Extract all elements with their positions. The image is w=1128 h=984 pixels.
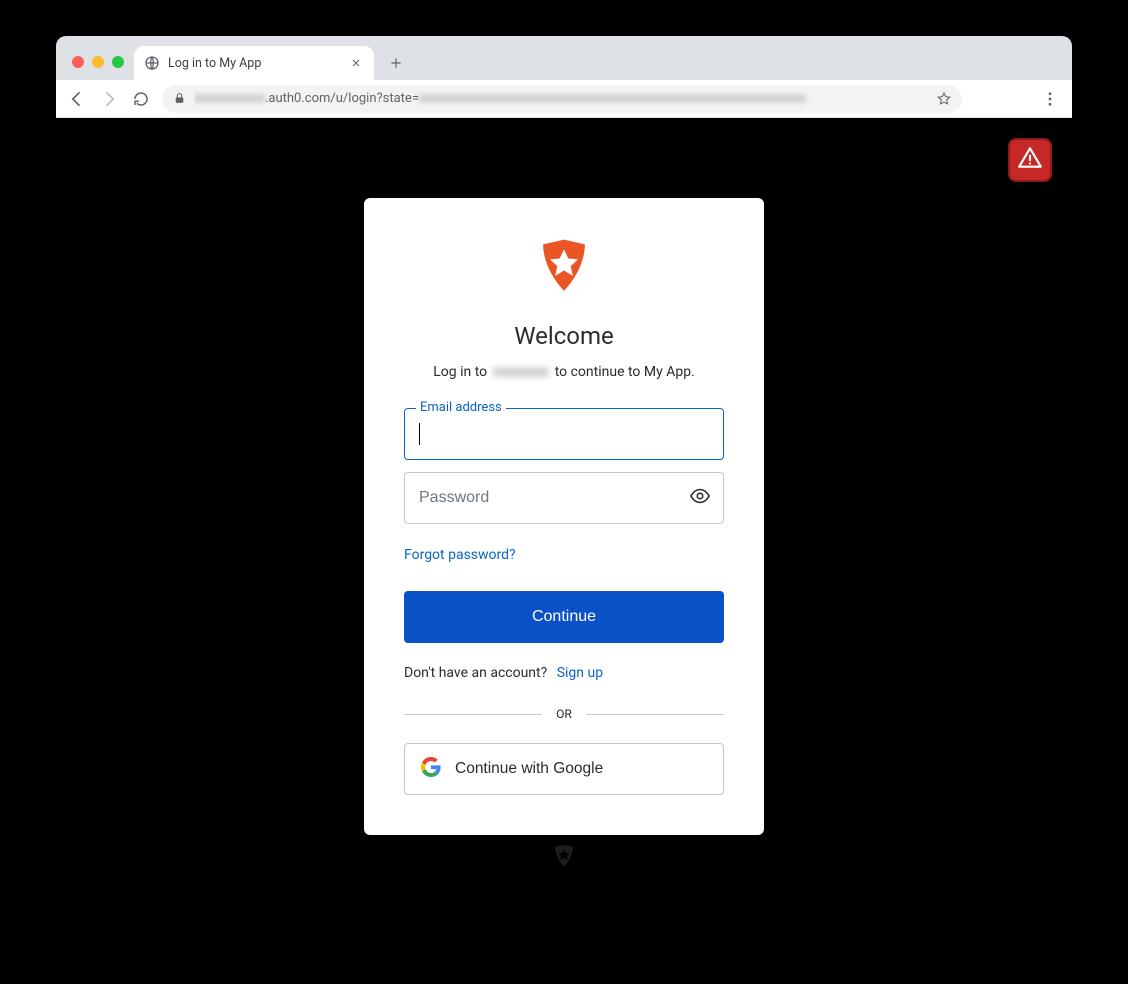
auth0-footer-icon xyxy=(553,844,575,868)
signup-row: Don't have an account? Sign up xyxy=(404,665,724,681)
divider: OR xyxy=(404,707,724,721)
address-bar[interactable]: xxxxxxxxxxx.auth0.com/u/login?state=xxxx… xyxy=(162,85,962,113)
alert-badge[interactable] xyxy=(1008,138,1052,182)
tab-title: Log in to My App xyxy=(168,56,340,71)
window-zoom-button[interactable] xyxy=(112,56,124,68)
nav-forward-button[interactable] xyxy=(98,88,120,110)
bookmark-star-icon[interactable] xyxy=(936,91,952,107)
forgot-password-link[interactable]: Forgot password? xyxy=(404,547,516,563)
email-label: Email address xyxy=(416,400,506,415)
google-logo-icon xyxy=(421,757,441,782)
tab-close-button[interactable] xyxy=(348,55,364,71)
continue-button[interactable]: Continue xyxy=(404,591,724,643)
brand-logo xyxy=(404,238,724,298)
lock-icon xyxy=(172,92,186,106)
email-field-wrapper: Email address xyxy=(404,408,724,460)
auth0-shield-icon xyxy=(538,238,590,298)
password-field-wrapper xyxy=(404,472,724,524)
password-input[interactable] xyxy=(404,472,724,524)
signup-prompt: Don't have an account? xyxy=(404,665,547,681)
browser-menu-button[interactable] xyxy=(1038,87,1062,111)
url-text: xxxxxxxxxxx.auth0.com/u/login?state=xxxx… xyxy=(194,91,928,106)
divider-label: OR xyxy=(556,707,572,721)
new-tab-button[interactable] xyxy=(382,49,410,77)
window-controls xyxy=(64,56,134,80)
google-signin-button[interactable]: Continue with Google xyxy=(404,743,724,795)
browser-tab[interactable]: Log in to My App xyxy=(134,46,374,80)
nav-reload-button[interactable] xyxy=(130,88,152,110)
warning-triangle-icon xyxy=(1017,145,1043,175)
tenant-name-obscured: xxxxxxxx xyxy=(491,364,551,380)
divider-line xyxy=(586,714,724,715)
google-signin-label: Continue with Google xyxy=(455,760,603,778)
email-input[interactable] xyxy=(404,408,724,460)
globe-icon xyxy=(144,55,160,71)
window-close-button[interactable] xyxy=(72,56,84,68)
welcome-heading: Welcome xyxy=(404,322,724,350)
divider-line xyxy=(404,714,542,715)
signup-link[interactable]: Sign up xyxy=(557,665,603,681)
page-viewport: Welcome Log in to xxxxxxxx to continue t… xyxy=(56,118,1072,912)
login-subtitle: Log in to xxxxxxxx to continue to My App… xyxy=(404,364,724,380)
tab-strip: Log in to My App xyxy=(56,36,1072,80)
browser-window: Log in to My App xxxxxxxxxxx.auth0.com/u… xyxy=(56,36,1072,912)
nav-back-button[interactable] xyxy=(66,88,88,110)
window-minimize-button[interactable] xyxy=(92,56,104,68)
eye-icon xyxy=(689,485,711,511)
show-password-button[interactable] xyxy=(686,484,714,512)
text-cursor xyxy=(419,423,420,445)
browser-toolbar: xxxxxxxxxxx.auth0.com/u/login?state=xxxx… xyxy=(56,80,1072,118)
login-card: Welcome Log in to xxxxxxxx to continue t… xyxy=(364,198,764,835)
